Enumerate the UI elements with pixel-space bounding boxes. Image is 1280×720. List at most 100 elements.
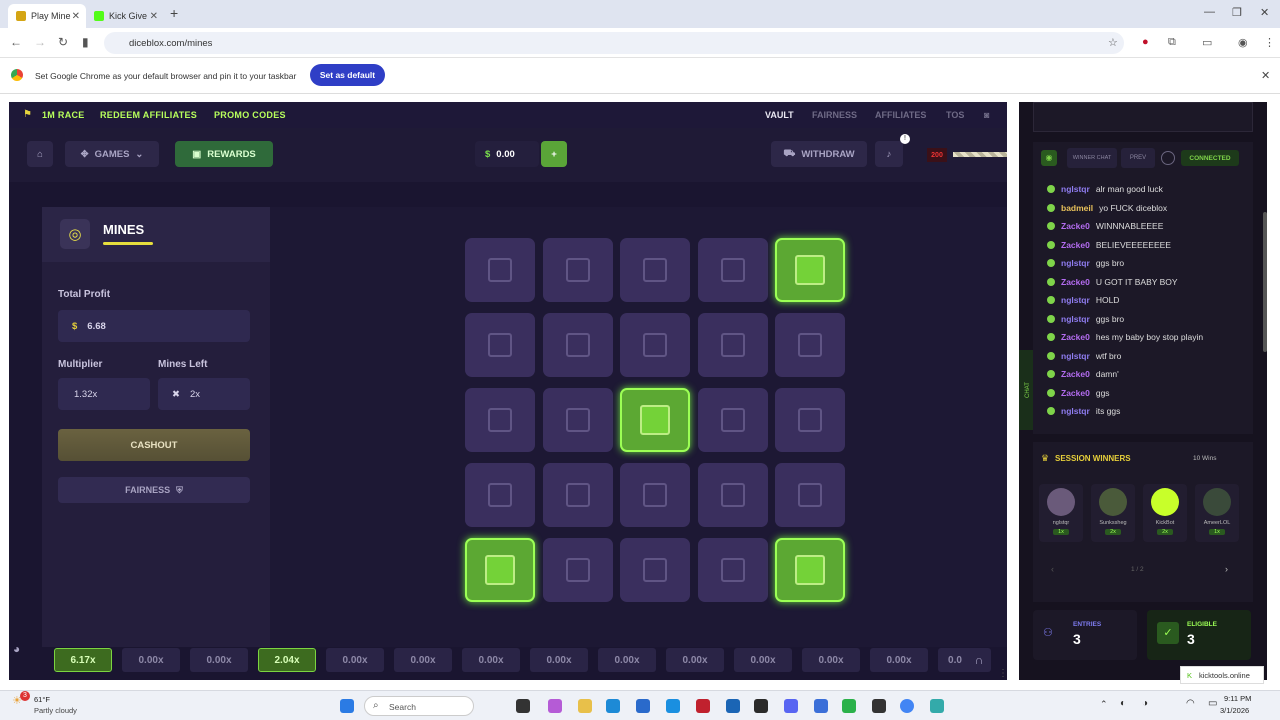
nav-1m-race[interactable]: 1M RACE: [42, 110, 85, 120]
copilot-icon[interactable]: [548, 699, 562, 713]
nav-fairness[interactable]: FAIRNESS: [812, 110, 857, 120]
chat-bubble-icon[interactable]: ◕: [13, 642, 37, 662]
taskbar-search[interactable]: ⌕ Search: [364, 696, 474, 716]
gem-tile[interactable]: [775, 538, 845, 602]
tray-app2-icon[interactable]: ◑: [1142, 698, 1148, 709]
chat-username[interactable]: Zacke0: [1061, 332, 1090, 342]
winner-card[interactable]: nglstqr 1x: [1039, 484, 1083, 542]
close-icon[interactable]: ✕: [72, 11, 80, 22]
hidden-tile[interactable]: [620, 538, 690, 602]
settings-icon[interactable]: [1161, 151, 1175, 165]
hidden-tile[interactable]: [620, 313, 690, 377]
next-page-icon[interactable]: ›: [1225, 564, 1228, 574]
store-icon[interactable]: [636, 699, 650, 713]
task-view-icon[interactable]: [516, 699, 530, 713]
gem-tile[interactable]: [620, 388, 690, 452]
hidden-tile[interactable]: [542, 313, 613, 377]
tray-app-icon[interactable]: ◐: [1120, 698, 1126, 709]
nav-tos[interactable]: TOS: [946, 110, 964, 120]
hidden-tile[interactable]: [775, 313, 845, 377]
file-explorer-icon[interactable]: [578, 699, 592, 713]
headset-icon[interactable]: ∩: [967, 648, 991, 672]
minimize-icon[interactable]: —: [1204, 6, 1215, 18]
fairness-button[interactable]: FAIRNESS ⛨: [58, 477, 250, 503]
winner-card[interactable]: AmeerLOL 1x: [1195, 484, 1239, 542]
close-icon[interactable]: ✕: [1261, 69, 1270, 82]
dropbox-icon[interactable]: [754, 699, 768, 713]
tab-winner-chat[interactable]: WINNER CHAT: [1067, 148, 1117, 168]
extension-icon[interactable]: ●: [1142, 36, 1149, 48]
chrome-icon[interactable]: [900, 699, 914, 713]
menu-icon[interactable]: ⋮: [1264, 36, 1275, 49]
forward-icon[interactable]: →: [34, 35, 46, 49]
hidden-tile[interactable]: [542, 238, 613, 302]
home-button[interactable]: ⌂: [27, 141, 53, 167]
chat-username[interactable]: nglstqr: [1061, 184, 1090, 194]
chat-username[interactable]: nglstqr: [1061, 351, 1090, 361]
nav-vault[interactable]: VAULT: [765, 110, 794, 120]
chat-username[interactable]: nglstqr: [1061, 258, 1090, 268]
url-field[interactable]: diceblox.com/mines: [104, 32, 1124, 54]
hidden-tile[interactable]: [465, 463, 535, 527]
close-window-icon[interactable]: ✕: [1260, 6, 1269, 19]
bookmark-star-icon[interactable]: ☆: [1108, 36, 1118, 49]
side-panel-icon[interactable]: ▮: [82, 35, 89, 49]
app2-icon[interactable]: [814, 699, 828, 713]
windows-start-icon[interactable]: [340, 699, 354, 713]
hidden-tile[interactable]: [465, 313, 535, 377]
winner-card[interactable]: Sunkssheg 2x: [1091, 484, 1135, 542]
hidden-tile[interactable]: [697, 238, 768, 302]
discord-icon[interactable]: [784, 699, 798, 713]
set-as-default-button[interactable]: Set as default: [310, 64, 385, 86]
app-icon[interactable]: [666, 699, 680, 713]
chat-username[interactable]: nglstqr: [1061, 295, 1090, 305]
hidden-tile[interactable]: [542, 538, 613, 602]
cast-icon[interactable]: ▭: [1202, 36, 1212, 49]
hp-icon[interactable]: [726, 699, 740, 713]
hidden-tile[interactable]: [542, 388, 613, 452]
hidden-tile[interactable]: [620, 238, 690, 302]
hidden-tile[interactable]: [697, 463, 768, 527]
discord-icon[interactable]: ◙: [984, 110, 989, 120]
app4-icon[interactable]: [930, 699, 944, 713]
tab-kick-give[interactable]: Kick Give ✕: [86, 4, 164, 28]
chat-username[interactable]: Zacke0: [1061, 240, 1090, 250]
chat-username[interactable]: nglstqr: [1061, 314, 1090, 324]
tab-play-mines[interactable]: Play Mine ✕: [8, 4, 86, 28]
hidden-tile[interactable]: [697, 538, 768, 602]
reload-icon[interactable]: ↻: [58, 35, 68, 49]
chat-username[interactable]: nglstqr: [1061, 406, 1090, 416]
chat-username[interactable]: badmeil: [1061, 203, 1093, 213]
hidden-tile[interactable]: [697, 313, 768, 377]
chat-icon[interactable]: ◉: [1041, 150, 1057, 166]
hidden-tile[interactable]: [775, 388, 845, 452]
kicktools-popup[interactable]: K kicktools.online: [1180, 666, 1264, 684]
mcafee-icon[interactable]: [696, 699, 710, 713]
wifi-icon[interactable]: ◠: [1186, 698, 1195, 709]
new-tab-icon[interactable]: +: [170, 5, 178, 21]
gem-tile[interactable]: [775, 238, 845, 302]
withdraw-button[interactable]: ⛟ WITHDRAW: [771, 141, 867, 167]
hidden-tile[interactable]: [542, 463, 613, 527]
extensions-puzzle-icon[interactable]: ⧉: [1168, 36, 1176, 49]
nav-affiliates[interactable]: AFFILIATES: [875, 110, 926, 120]
sidebar-scrollbar[interactable]: [1263, 212, 1267, 352]
hidden-tile[interactable]: [697, 388, 768, 452]
chat-username[interactable]: Zacke0: [1061, 221, 1090, 231]
nav-promo-codes[interactable]: PROMO CODES: [214, 110, 286, 120]
deposit-button[interactable]: +: [541, 141, 567, 167]
rewards-button[interactable]: ▣ REWARDS: [175, 141, 273, 167]
cashout-button[interactable]: CASHOUT: [58, 429, 250, 461]
tray-chevron-icon[interactable]: ⌃: [1100, 699, 1108, 710]
more-icon[interactable]: ⋮: [998, 668, 1008, 679]
back-icon[interactable]: ←: [10, 35, 22, 49]
hidden-tile[interactable]: [465, 238, 535, 302]
maximize-icon[interactable]: ❐: [1232, 6, 1242, 19]
tab-prev[interactable]: PREV: [1121, 148, 1155, 168]
profile-icon[interactable]: ◉: [1238, 36, 1248, 49]
chat-username[interactable]: Zacke0: [1061, 369, 1090, 379]
gem-tile[interactable]: [465, 538, 535, 602]
snipping-icon[interactable]: [872, 699, 886, 713]
app3-icon[interactable]: [842, 699, 856, 713]
games-dropdown[interactable]: ✥ GAMES ⌄: [65, 141, 159, 167]
